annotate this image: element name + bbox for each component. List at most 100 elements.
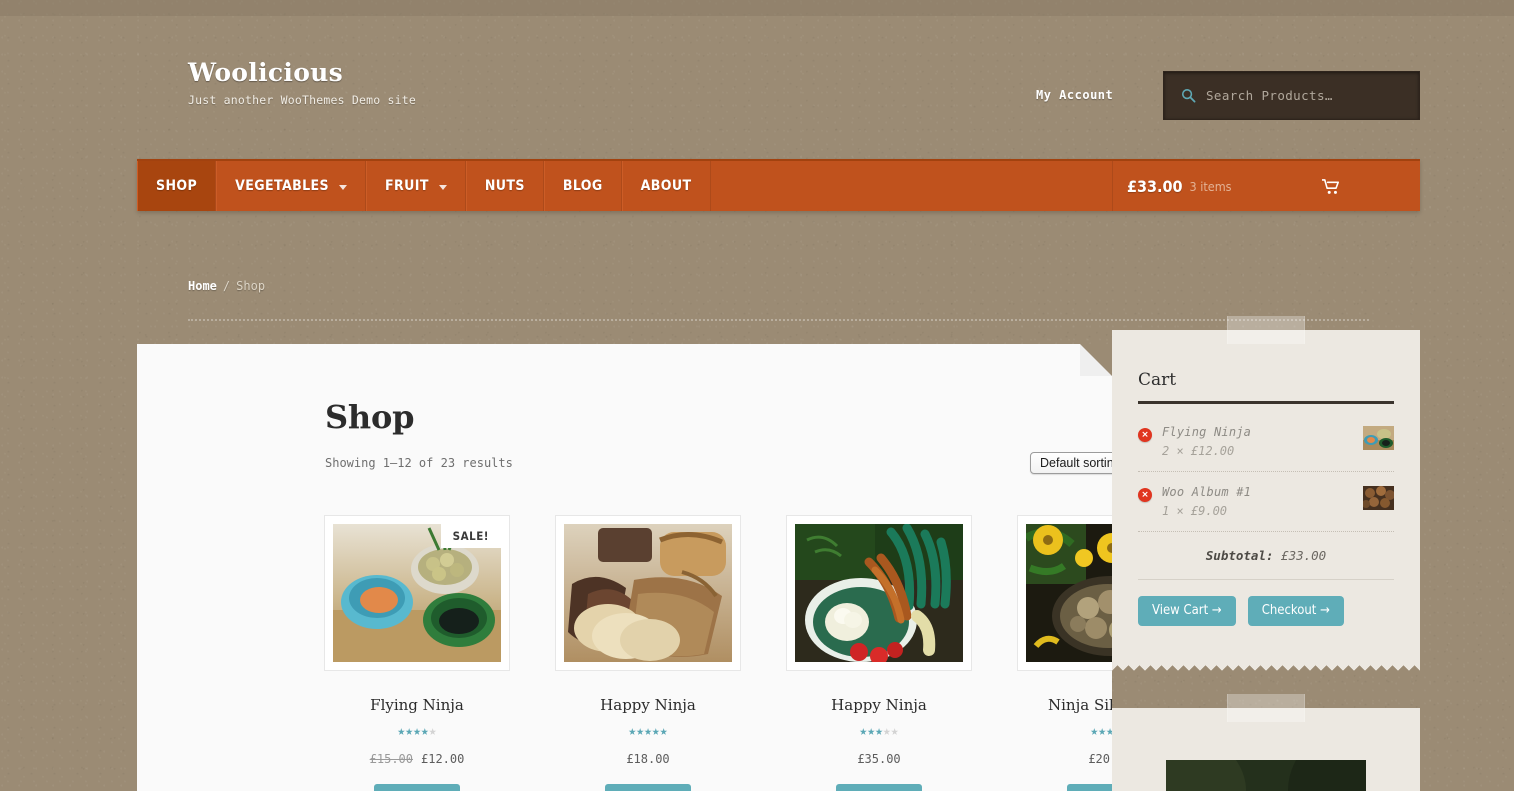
star-icon-empty: ★ (882, 724, 891, 739)
breadcrumb-separator: / (222, 279, 231, 293)
widget-zigzag-edge (1112, 660, 1420, 671)
product-image-wrap[interactable] (787, 516, 971, 670)
secondary-widget (1112, 694, 1420, 791)
search-box[interactable] (1163, 71, 1420, 120)
star-icon: ★ (636, 724, 645, 739)
add-to-cart-wrap: Add to cart (556, 784, 740, 791)
chevron-down-icon (339, 184, 348, 190)
nav-items: SHOP VEGETABLES FRUIT NUTS BLOG ABOUT (137, 161, 711, 211)
cart-widget: Cart × Flying Ninja 2 × £12.00 × Woo Alb… (1112, 316, 1420, 660)
checkout-button[interactable]: Checkout → (1247, 596, 1344, 626)
shopping-cart-icon (1321, 179, 1340, 199)
product-card[interactable]: Happy Ninja ★★★★★ £35.00 Add to cart (787, 516, 971, 791)
chevron-down-icon (438, 184, 447, 190)
cart-item: × Flying Ninja 2 × £12.00 (1138, 412, 1394, 472)
product-sale-price: £20.00 (1088, 752, 1112, 766)
product-card[interactable]: SALE! Flying Ninja ★★★★★ £15.00 £12.00 (325, 516, 509, 791)
cart-items-count: 3 items (1189, 178, 1232, 194)
add-to-cart-button[interactable]: Add to cart (1066, 784, 1112, 791)
sidebar: Cart × Flying Ninja 2 × £12.00 × Woo Alb… (1112, 316, 1420, 791)
product-price: £20.00 (1018, 752, 1112, 766)
search-input[interactable] (1206, 72, 1419, 119)
star-icon: ★ (1098, 724, 1107, 739)
product-sale-price: £18.00 (626, 752, 670, 766)
results-count: Showing 1–12 of 23 results (325, 456, 513, 470)
secondary-widget-content (1138, 708, 1394, 791)
page-container: Woolicious Just another WooThemes Demo s… (137, 0, 1420, 791)
nav-label: BLOG (562, 178, 603, 194)
nav-cart-summary[interactable]: £33.00 3 items (1112, 161, 1420, 211)
site-header: Woolicious Just another WooThemes Demo s… (188, 60, 1420, 155)
add-to-cart-wrap: Add to cart (325, 784, 509, 791)
star-icon: ★ (651, 724, 660, 739)
product-image-wrap[interactable]: SALE! (325, 516, 509, 670)
cart-total-amount: £33.00 (1127, 176, 1183, 196)
nav-item-about[interactable]: ABOUT (621, 161, 711, 211)
product-card[interactable]: Happy Ninja ★★★★★ £18.00 Add to cart (556, 516, 740, 791)
star-icon-empty: ★ (428, 724, 437, 739)
nav-item-vegetables[interactable]: VEGETABLES (216, 161, 367, 211)
sale-badge: SALE! (440, 524, 501, 548)
product-price: £18.00 (556, 752, 740, 766)
breadcrumb-container: Home / Shop (188, 279, 1369, 321)
add-to-cart-button[interactable]: Add to cart (604, 784, 692, 791)
product-title: Happy Ninja (831, 696, 927, 714)
cart-item-qty-price: 2 × £12.00 (1162, 444, 1235, 458)
star-icon: ★ (875, 724, 883, 739)
star-icon: ★ (413, 724, 421, 739)
star-icon: ★ (420, 724, 429, 739)
cart-action-buttons: View Cart → Checkout → (1138, 580, 1394, 660)
add-to-cart-wrap: Add to cart (787, 784, 971, 791)
star-icon-empty: ★ (890, 724, 899, 739)
product-card[interactable]: Ninja Silhouette ★★★★★ £20.00 Add to car… (1018, 516, 1112, 791)
product-sale-price: £12.00 (421, 752, 465, 766)
cart-item-name[interactable]: Woo Album #1 (1162, 485, 1363, 499)
star-icon: ★ (659, 724, 668, 739)
main-content: Shop Showing 1–12 of 23 results Default … (137, 344, 1112, 791)
product-image-wrap[interactable] (1018, 516, 1112, 670)
cart-item-qty-price: 1 × £9.00 (1162, 504, 1228, 518)
star-icon: ★ (867, 724, 876, 739)
page-title: Shop (325, 398, 415, 436)
nav-item-fruit[interactable]: FRUIT (366, 161, 466, 211)
product-image (564, 524, 732, 662)
view-cart-button[interactable]: View Cart → (1138, 596, 1236, 626)
product-rating: ★★★★★ (787, 725, 971, 738)
product-title: Flying Ninja (370, 696, 464, 714)
add-to-cart-button[interactable]: Add to cart (835, 784, 923, 791)
remove-item-button[interactable]: × (1138, 488, 1152, 502)
product-rating: ★★★★★ (325, 725, 509, 738)
subtotal-label: Subtotal: (1205, 548, 1274, 563)
sorting-dropdown[interactable]: Default sorting (1030, 452, 1112, 474)
nav-label: VEGETABLES (235, 178, 330, 194)
sorting-selected-value: Default sorting (1040, 456, 1112, 470)
cart-item-name[interactable]: Flying Ninja (1162, 425, 1363, 439)
page-fold-corner (1080, 344, 1112, 376)
cart-subtotal: Subtotal: £33.00 (1138, 532, 1394, 580)
cart-item-text: Woo Album #1 1 × £9.00 (1162, 485, 1363, 518)
nav-label: FRUIT (385, 178, 429, 194)
breadcrumb-home-link[interactable]: Home (188, 279, 217, 293)
add-to-cart-wrap: Add to cart (1018, 784, 1112, 791)
cart-item-list: × Flying Ninja 2 × £12.00 × Woo Album #1… (1138, 404, 1394, 532)
my-account-link[interactable]: My Account (1036, 88, 1113, 102)
product-grid: SALE! Flying Ninja ★★★★★ £15.00 £12.00 H… (325, 516, 1112, 791)
nav-item-blog[interactable]: BLOG (543, 161, 622, 211)
sorting-select[interactable]: Default sorting (1030, 452, 1112, 474)
cart-item-text: Flying Ninja 2 × £12.00 (1162, 425, 1363, 458)
product-original-price: £15.00 (369, 752, 413, 766)
tape-decoration (1227, 316, 1305, 344)
add-to-cart-button[interactable]: Add to cart (373, 784, 461, 791)
nav-item-shop[interactable]: SHOP (137, 161, 217, 211)
product-image (1026, 524, 1112, 662)
nav-label: SHOP (156, 178, 198, 194)
product-rating: ★★★★★ (556, 725, 740, 738)
nav-item-nuts[interactable]: NUTS (465, 161, 544, 211)
star-icon: ★ (405, 724, 414, 739)
nav-label: ABOUT (640, 178, 692, 194)
cart-item: × Woo Album #1 1 × £9.00 (1138, 472, 1394, 532)
remove-item-button[interactable]: × (1138, 428, 1152, 442)
product-image-wrap[interactable] (556, 516, 740, 670)
search-icon (1181, 88, 1196, 103)
